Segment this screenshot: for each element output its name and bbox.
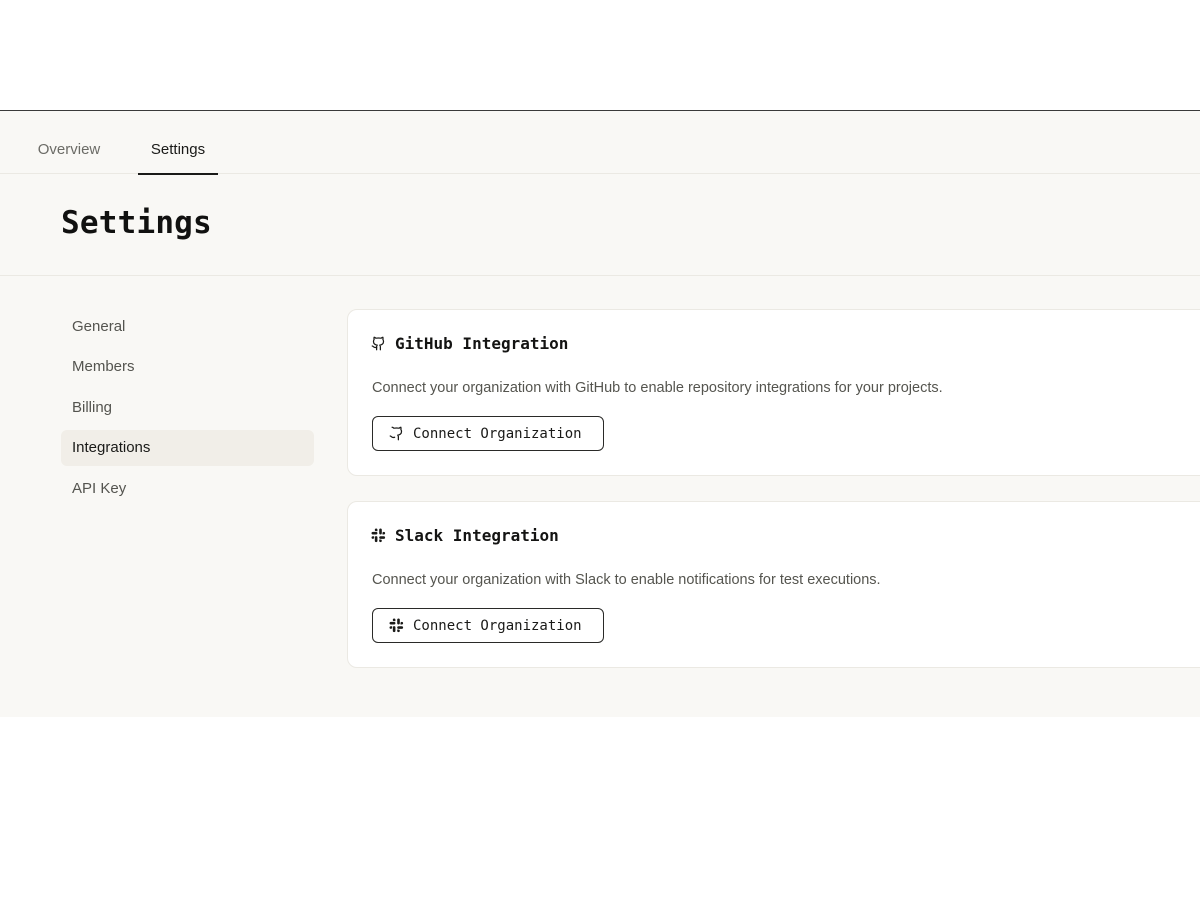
slack-connect-button-label: Connect Organization [413, 617, 582, 634]
sidebar-item-api-key[interactable]: API Key [61, 471, 314, 507]
settings-app: Overview Settings Settings General Membe… [0, 110, 1200, 717]
sidebar-item-general[interactable]: General [61, 309, 314, 345]
github-integration-title: GitHub Integration [371, 332, 568, 354]
slack-integration-title-text: Slack Integration [395, 525, 559, 545]
tab-bar: Overview Settings [0, 111, 1200, 175]
slack-integration-title: Slack Integration [371, 524, 559, 546]
page-header: Settings [0, 174, 1200, 276]
github-integration-title-text: GitHub Integration [395, 333, 569, 353]
slack-integration-description: Connect your organization with Slack to … [372, 572, 881, 588]
github-connect-button-label: Connect Organization [413, 425, 582, 442]
github-icon [389, 426, 404, 441]
slack-integration-card: Slack Integration Connect your organizat… [347, 501, 1200, 668]
github-icon [371, 336, 386, 351]
github-connect-organization-button[interactable]: Connect Organization [372, 416, 604, 451]
github-integration-card: GitHub Integration Connect your organiza… [347, 309, 1200, 476]
tab-settings[interactable]: Settings [138, 111, 218, 175]
slack-icon [389, 618, 404, 633]
slack-icon [371, 528, 386, 543]
sidebar-item-integrations[interactable]: Integrations [61, 430, 314, 466]
sidebar-item-billing[interactable]: Billing [61, 390, 314, 426]
slack-connect-organization-button[interactable]: Connect Organization [372, 608, 604, 643]
github-integration-description: Connect your organization with GitHub to… [372, 380, 943, 396]
tab-overview[interactable]: Overview [22, 111, 116, 174]
page-title: Settings [61, 205, 212, 241]
sidebar-item-members[interactable]: Members [61, 349, 314, 385]
